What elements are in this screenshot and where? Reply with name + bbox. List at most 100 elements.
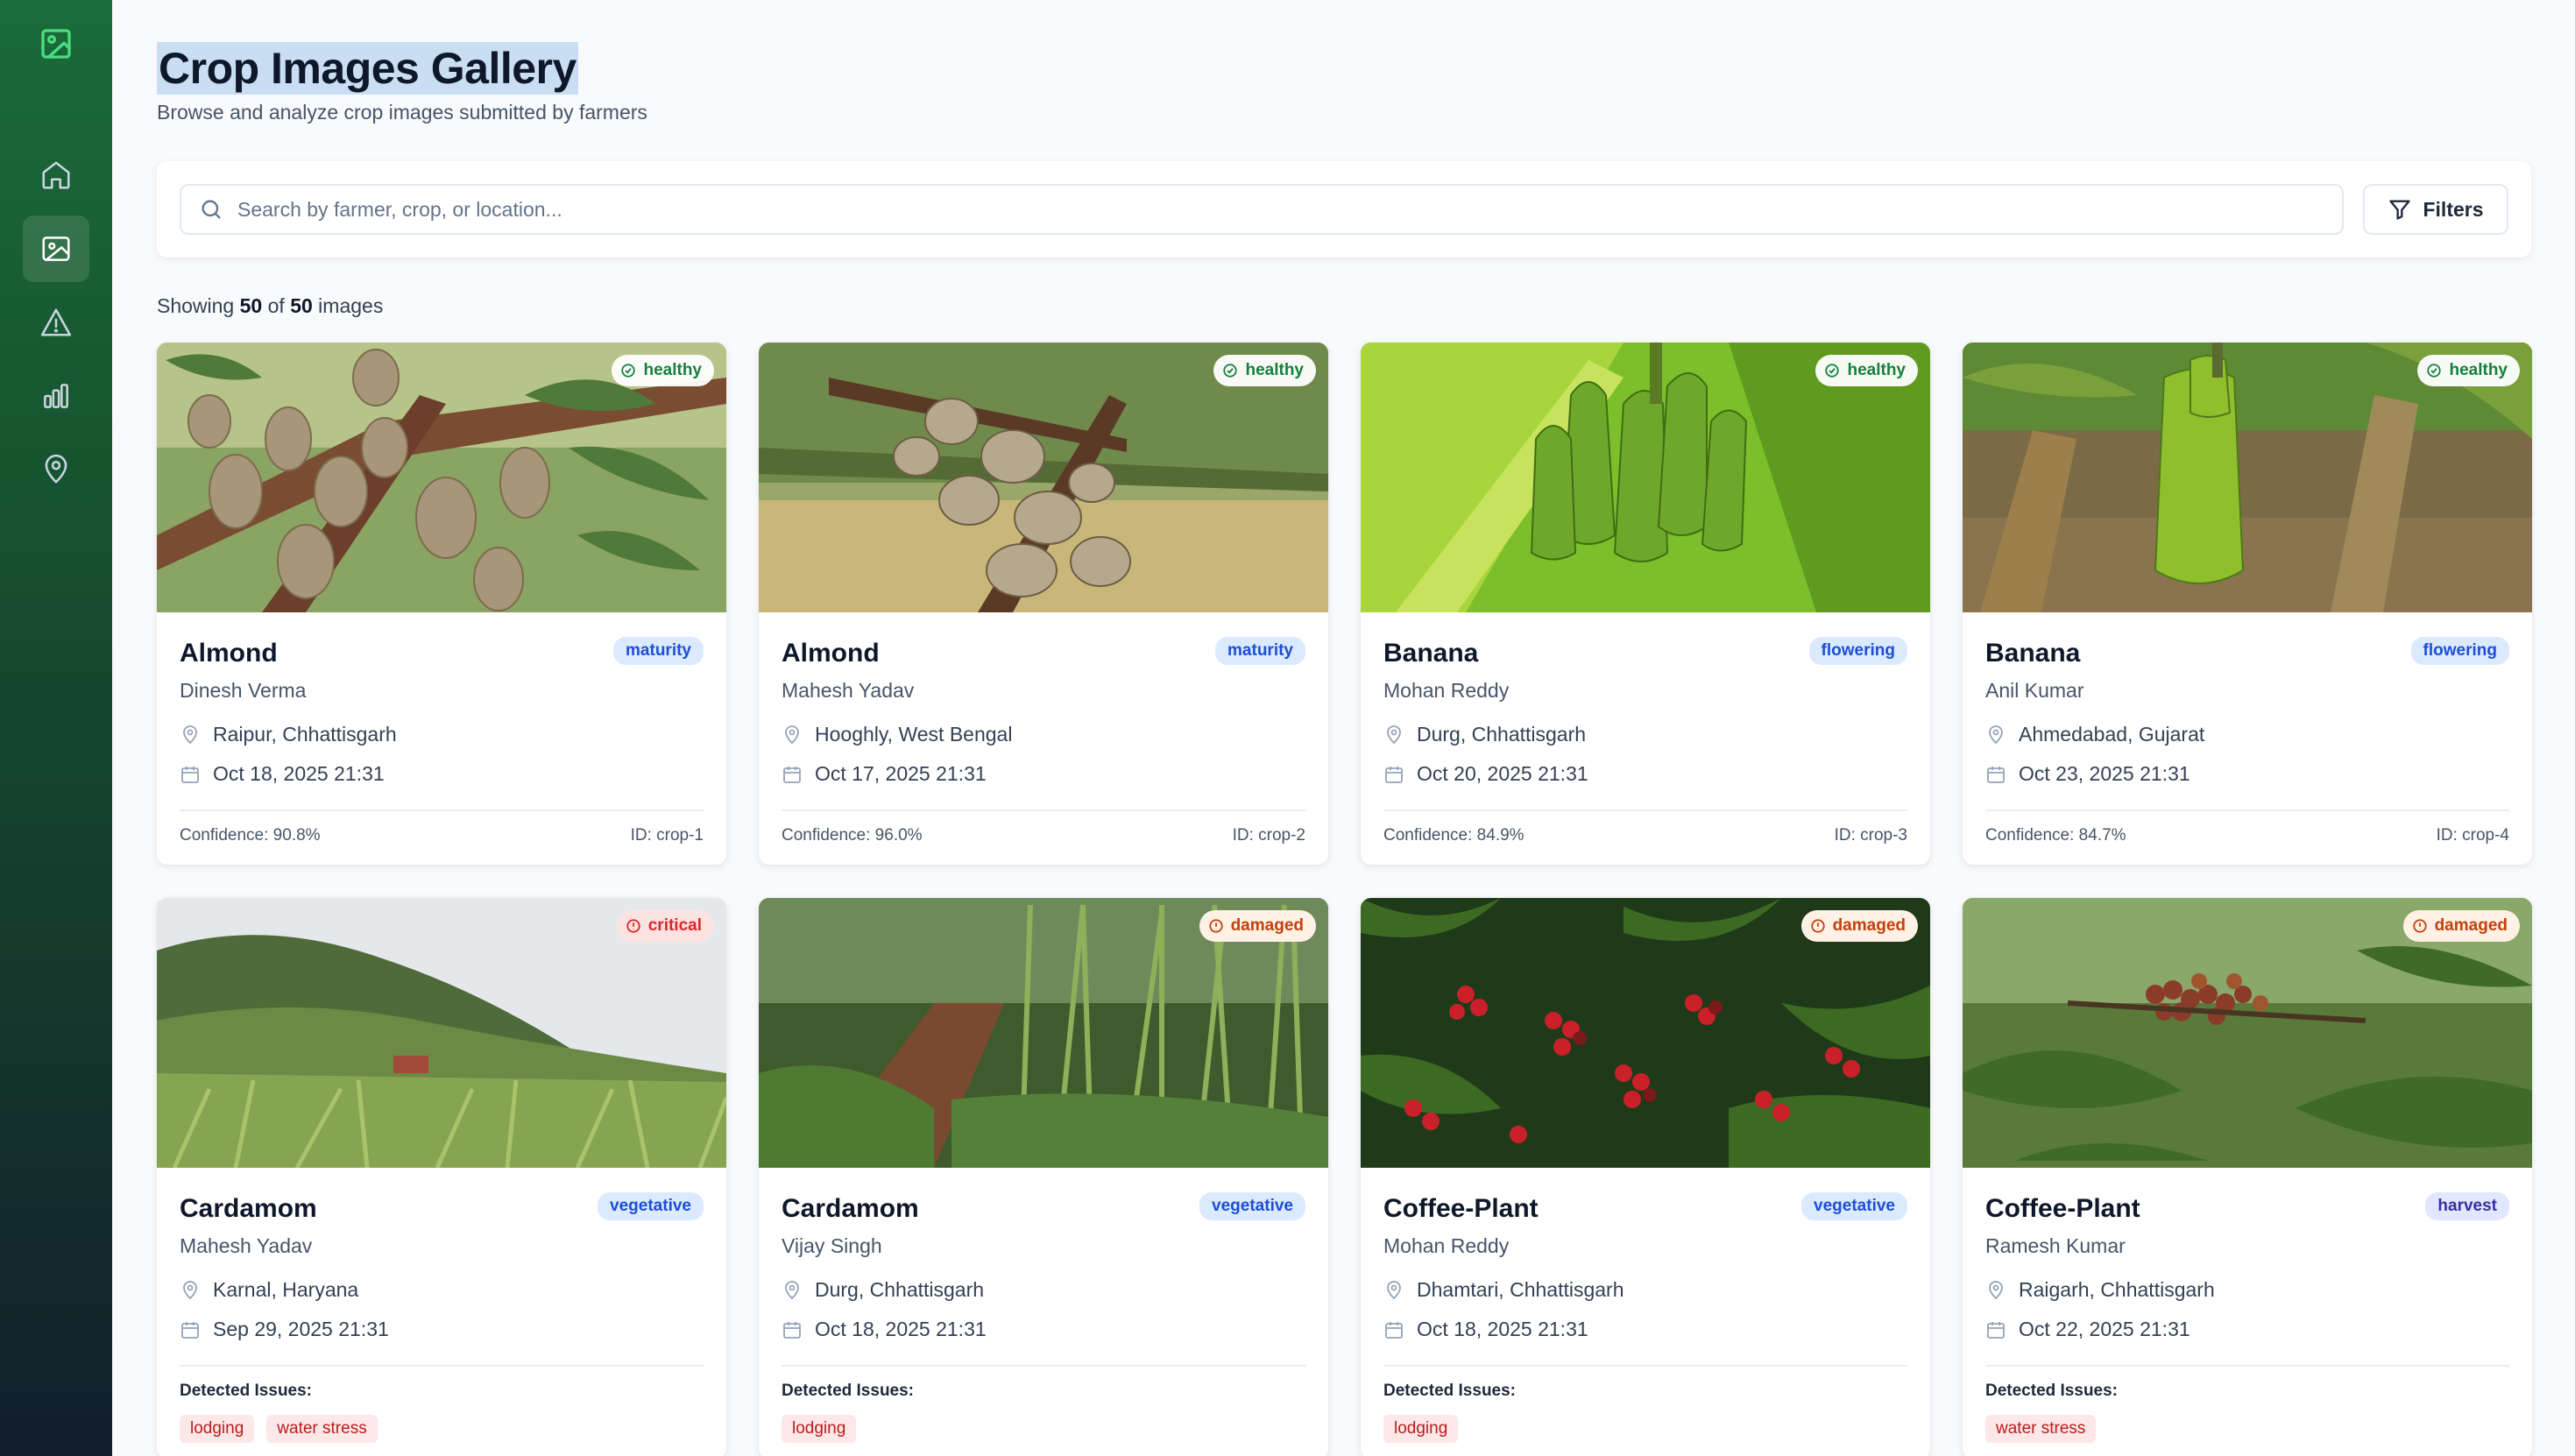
- issue-tag: water stress: [266, 1415, 378, 1443]
- crop-card[interactable]: healthy Almond maturity Mahesh Yadav Hoo…: [759, 343, 1328, 865]
- crop-card[interactable]: healthy Banana flowering Anil Kumar Ahme…: [1963, 343, 2532, 865]
- crop-card[interactable]: damaged Coffee-Plant vegetative Mohan Re…: [1361, 898, 1930, 1456]
- location-line: Karnal, Haryana: [180, 1278, 358, 1302]
- map-pin-icon: [1387, 1280, 1401, 1299]
- sidebar-item-alerts[interactable]: [23, 289, 89, 356]
- crop-card[interactable]: critical Cardamom vegetative Mahesh Yada…: [157, 898, 726, 1456]
- page-title: Crop Images Gallery: [157, 42, 578, 95]
- crop-card[interactable]: healthy Almond maturity Dinesh Verma Rai…: [157, 343, 726, 865]
- stage-badge: vegetative: [1199, 1192, 1305, 1220]
- map-pin-icon: [785, 1280, 799, 1299]
- farmer-name: Mohan Reddy: [1383, 679, 1510, 702]
- farmer-name: Ramesh Kumar: [1985, 1234, 2126, 1257]
- image-icon: [42, 237, 70, 261]
- filter-icon: [2389, 200, 2411, 220]
- issue-tags: lodging water stress: [180, 1415, 378, 1443]
- page-subtitle: Browse and analyze crop images submitted…: [157, 101, 647, 124]
- search-box[interactable]: [180, 184, 2344, 235]
- crop-name: Banana: [1985, 639, 2081, 668]
- date-line: Oct 22, 2025 21:31: [1985, 1318, 2190, 1341]
- date-text: Oct 17, 2025 21:31: [815, 762, 987, 785]
- sidebar-item-map[interactable]: [23, 436, 89, 503]
- crop-image[interactable]: damaged: [759, 898, 1328, 1168]
- results-total: 50: [290, 294, 313, 317]
- crop-image[interactable]: critical: [157, 898, 726, 1168]
- divider: [1985, 1365, 2509, 1367]
- divider: [180, 1365, 704, 1367]
- date-text: Oct 18, 2025 21:31: [213, 762, 385, 785]
- date-text: Oct 18, 2025 21:31: [1417, 1318, 1588, 1340]
- crop-card[interactable]: damaged Cardamom vegetative Vijay Singh …: [759, 898, 1328, 1456]
- map-pin-icon: [183, 1280, 197, 1299]
- status-label: healthy: [2449, 361, 2508, 379]
- issue-tag: lodging: [782, 1415, 857, 1443]
- date-line: Oct 18, 2025 21:31: [782, 1318, 987, 1341]
- alert-circle-icon: [626, 919, 640, 933]
- calendar-icon: [1987, 766, 2005, 783]
- status-label: damaged: [2434, 916, 2508, 935]
- results-of: of: [267, 294, 285, 317]
- calendar-icon: [783, 1321, 801, 1339]
- crop-image[interactable]: healthy: [759, 343, 1328, 612]
- issue-tags: water stress: [1985, 1415, 2097, 1443]
- bar-chart-icon: [44, 384, 68, 408]
- status-label: healthy: [1847, 361, 1906, 379]
- date-text: Sep 29, 2025 21:31: [213, 1318, 389, 1340]
- crop-card[interactable]: damaged Coffee-Plant harvest Ramesh Kuma…: [1963, 898, 2532, 1456]
- stage-badge: maturity: [613, 637, 704, 665]
- crop-name: Almond: [782, 639, 880, 668]
- issue-tag: water stress: [1985, 1415, 2097, 1443]
- crop-image[interactable]: healthy: [1963, 343, 2532, 612]
- filters-button[interactable]: Filters: [2363, 184, 2508, 235]
- crop-image[interactable]: damaged: [1361, 898, 1930, 1168]
- alert-circle-icon: [1810, 919, 1825, 933]
- crop-image[interactable]: healthy: [157, 343, 726, 612]
- image-icon[interactable]: [37, 25, 75, 63]
- check-circle-icon: [621, 364, 636, 378]
- date-text: Oct 22, 2025 21:31: [2019, 1318, 2190, 1340]
- status-badge: damaged: [1800, 910, 1918, 942]
- search-input[interactable]: [237, 197, 2253, 222]
- crop-name: Almond: [180, 639, 278, 668]
- status-label: healthy: [1245, 361, 1304, 379]
- location-line: Durg, Chhattisgarh: [1383, 723, 1586, 746]
- sidebar-item-gallery[interactable]: [23, 216, 89, 282]
- location-text: Raigarh, Chhattisgarh: [2019, 1278, 2215, 1301]
- map-pin-icon: [183, 724, 197, 744]
- divider: [782, 809, 1305, 811]
- map-pin-icon: [1989, 1280, 2003, 1299]
- calendar-icon: [1385, 1321, 1403, 1339]
- issues-label: Detected Issues:: [1985, 1382, 2119, 1400]
- divider: [1985, 809, 2509, 811]
- sidebar-nav: [23, 142, 89, 503]
- location-line: Raigarh, Chhattisgarh: [1985, 1278, 2215, 1302]
- crop-image[interactable]: healthy: [1361, 343, 1930, 612]
- crop-name: Cardamom: [782, 1194, 919, 1223]
- crop-image[interactable]: damaged: [1963, 898, 2532, 1168]
- crop-name: Coffee-Plant: [1985, 1194, 2140, 1223]
- status-badge: critical: [616, 910, 714, 942]
- issue-tag: lodging: [180, 1415, 255, 1443]
- results-shown: 50: [239, 294, 263, 317]
- calendar-icon: [1385, 766, 1403, 783]
- confidence-text: Confidence: 96.0%: [782, 826, 923, 845]
- date-line: Sep 29, 2025 21:31: [180, 1318, 389, 1341]
- search-panel: Filters: [157, 161, 2531, 258]
- results-count: Showing 50 of 50 images: [157, 294, 383, 318]
- map-pin-icon: [45, 454, 67, 484]
- status-badge: healthy: [612, 355, 714, 386]
- map-pin-icon: [1989, 724, 2003, 744]
- status-badge: damaged: [2402, 910, 2520, 942]
- farmer-name: Mohan Reddy: [1383, 1234, 1510, 1257]
- crop-id-text: ID: crop-4: [2436, 826, 2509, 845]
- map-pin-icon: [1387, 724, 1401, 744]
- issues-label: Detected Issues:: [180, 1382, 313, 1400]
- sidebar-item-home[interactable]: [23, 142, 89, 209]
- calendar-icon: [783, 766, 801, 783]
- location-text: Ahmedabad, Gujarat: [2019, 723, 2205, 746]
- crop-id-text: ID: crop-3: [1834, 826, 1907, 845]
- sidebar-item-analytics[interactable]: [23, 363, 89, 429]
- confidence-text: Confidence: 90.8%: [180, 826, 321, 845]
- crop-card[interactable]: healthy Banana flowering Mohan Reddy Dur…: [1361, 343, 1930, 865]
- farmer-name: Vijay Singh: [782, 1234, 882, 1257]
